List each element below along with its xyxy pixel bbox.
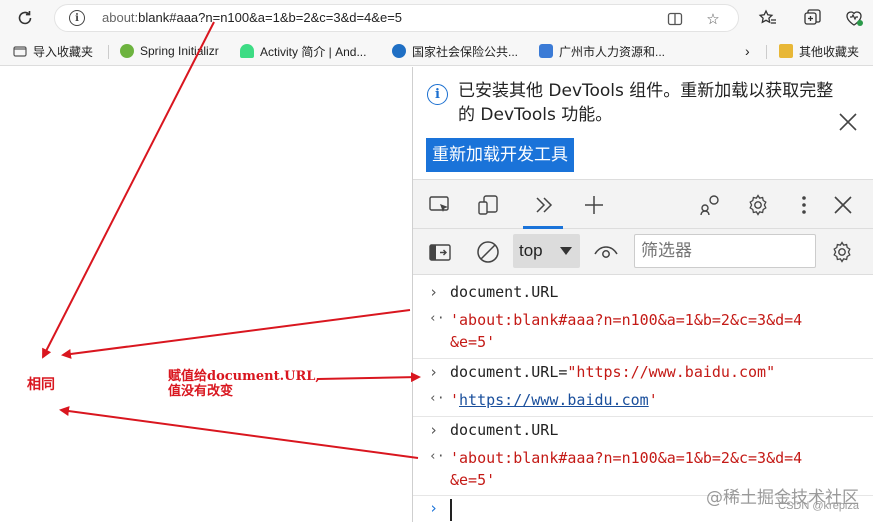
url-scheme: about:	[102, 10, 139, 25]
gear-logo-icon	[539, 44, 553, 58]
input-chevron-icon: ›	[429, 421, 439, 439]
console-input-code: document.URL	[450, 421, 559, 439]
clear-console-icon[interactable]	[475, 239, 501, 265]
console-output-line: &e=5'	[450, 333, 496, 351]
favorites-separator	[766, 45, 767, 59]
favorite-guangzhou-hr[interactable]: 广州市人力资源和...	[539, 42, 665, 60]
quote: '	[648, 391, 658, 409]
console-divider	[413, 358, 873, 359]
annotation-assign-line2: 值没有改变	[168, 384, 234, 399]
device-emulation-icon[interactable]	[475, 192, 501, 218]
browser-essentials-icon[interactable]	[842, 6, 866, 30]
page-content	[0, 67, 412, 522]
info-icon: i	[427, 84, 448, 105]
split-screen-icon[interactable]	[665, 9, 685, 29]
add-tab-icon[interactable]	[581, 192, 607, 218]
favorites-bar: 导入收藏夹 Spring Initializr Activity 简介 | An…	[0, 36, 873, 66]
annotation-assign-line1: 赋值给document.URL,	[168, 369, 320, 384]
caret-down-icon	[560, 247, 572, 255]
input-chevron-icon: ›	[429, 363, 439, 381]
favorite-label: Spring Initializr	[140, 44, 219, 58]
collections-icon[interactable]	[800, 6, 824, 30]
url-rest: blank#aaa?n=n100&a=1&b=2&c=3&d=4&e=5	[138, 10, 403, 25]
close-devtools-icon[interactable]	[830, 192, 856, 218]
browser-toolbar: i about:blank#aaa?n=n100&a=1&b=2&c=3&d=4…	[0, 0, 873, 36]
spring-leaf-icon	[120, 44, 134, 58]
credit-text: CSDN @krepiza	[778, 500, 859, 512]
more-tabs-chevron-icon[interactable]	[531, 192, 557, 218]
address-bar[interactable]: i about:blank#aaa?n=n100&a=1&b=2&c=3&d=4…	[54, 4, 739, 32]
favorite-label: Activity 简介 | And...	[260, 44, 367, 59]
address-url[interactable]: about:blank#aaa?n=n100&a=1&b=2&c=3&d=4&e…	[102, 10, 402, 25]
devtools-notice: i 已安装其他 DevTools 组件。重新加载以获取完整的 DevTools …	[413, 67, 873, 179]
devtools-tabbar	[413, 179, 873, 229]
favorite-label: 其他收藏夹	[799, 44, 860, 59]
console-output-line: &e=5'	[450, 471, 496, 489]
code-string: "https://www.baidu.com"	[567, 363, 776, 381]
favorite-android-activity[interactable]: Activity 简介 | And...	[240, 42, 366, 60]
inspect-element-icon[interactable]	[427, 192, 453, 218]
folder-icon	[779, 44, 793, 58]
baidu-link[interactable]: https://www.baidu.com	[459, 391, 649, 409]
output-return-icon: ‹·	[429, 391, 445, 406]
context-selector[interactable]: top	[513, 234, 580, 268]
console-output-line: 'about:blank#aaa?n=n100&a=1&b=2&c=3&d=4	[450, 311, 803, 329]
favorite-label: 导入收藏夹	[33, 44, 94, 59]
favorites-more-chevron-icon[interactable]: ›	[745, 42, 750, 60]
favorites-separator	[108, 45, 109, 59]
output-return-icon: ‹·	[429, 449, 445, 464]
settings-gear-icon[interactable]	[745, 192, 771, 218]
android-icon	[240, 44, 254, 58]
refresh-icon[interactable]	[13, 6, 37, 30]
console-toolbar: top	[413, 229, 873, 275]
social-insurance-logo-icon	[392, 44, 406, 58]
favorite-other-folder[interactable]: 其他收藏夹	[779, 42, 859, 60]
input-chevron-icon: ›	[429, 283, 439, 301]
console-output-line: 'about:blank#aaa?n=n100&a=1&b=2&c=3&d=4	[450, 449, 803, 467]
folder-import-icon	[13, 44, 27, 58]
favorite-label: 国家社会保险公共...	[412, 44, 519, 59]
favorite-import[interactable]: 导入收藏夹	[13, 42, 93, 60]
devtools-panel: i 已安装其他 DevTools 组件。重新加载以获取完整的 DevTools …	[412, 67, 873, 522]
console-input-code: document.URL="https://www.baidu.com"	[450, 363, 775, 381]
console-sidebar-icon[interactable]	[427, 239, 453, 265]
more-options-icon[interactable]	[791, 192, 817, 218]
output-return-icon: ‹·	[429, 311, 445, 326]
annotation-assign: 赋值给document.URL, 值没有改变	[168, 369, 320, 399]
console-input-code: document.URL	[450, 283, 559, 301]
favorite-social-insurance[interactable]: 国家社会保险公共...	[392, 42, 518, 60]
favorites-icon[interactable]	[755, 6, 779, 30]
favorite-star-icon[interactable]: ☆	[703, 9, 723, 29]
text-cursor	[450, 499, 452, 521]
console-settings-gear-icon[interactable]	[829, 239, 855, 265]
annotation-same: 相同	[27, 377, 55, 393]
notice-message: 已安装其他 DevTools 组件。重新加载以获取完整的 DevTools 功能…	[458, 81, 834, 125]
context-value: top	[519, 241, 543, 260]
console-divider	[413, 416, 873, 417]
notice-close-icon[interactable]	[837, 111, 859, 133]
prompt-chevron-icon: ›	[429, 499, 439, 517]
console-output-line: 'https://www.baidu.com'	[450, 391, 658, 409]
favorite-spring[interactable]: Spring Initializr	[120, 42, 219, 60]
filter-input[interactable]	[634, 234, 816, 268]
favorite-label: 广州市人力资源和...	[559, 44, 666, 59]
quote: '	[450, 391, 460, 409]
reload-devtools-button[interactable]: 重新加载开发工具	[426, 138, 574, 172]
live-expression-eye-icon[interactable]	[593, 239, 619, 265]
site-info-icon[interactable]: i	[69, 10, 85, 26]
feedback-icon[interactable]	[697, 192, 723, 218]
code-prefix: document.URL=	[450, 363, 568, 381]
